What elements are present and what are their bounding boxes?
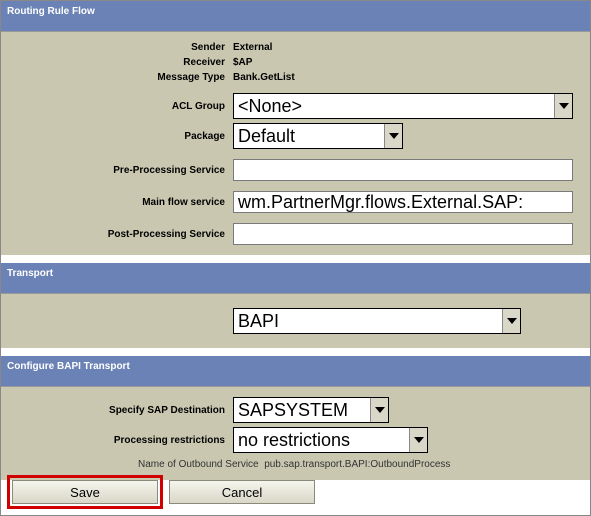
sender-label: Sender bbox=[1, 42, 233, 53]
chevron-down-icon bbox=[502, 309, 520, 333]
outbound-service-note: Name of Outbound Service pub.sap.transpo… bbox=[1, 457, 582, 474]
processing-restrictions-label: Processing restrictions bbox=[1, 435, 233, 446]
message-type-label: Message Type bbox=[1, 72, 233, 83]
sender-value: External bbox=[233, 42, 272, 53]
post-processing-label: Post-Processing Service bbox=[1, 229, 233, 240]
chevron-down-icon bbox=[554, 94, 572, 118]
package-label: Package bbox=[1, 131, 233, 142]
acl-group-value: <None> bbox=[238, 96, 554, 117]
sap-destination-label: Specify SAP Destination bbox=[1, 405, 233, 416]
configure-bapi-header: Configure BAPI Transport bbox=[1, 356, 590, 387]
routing-rule-flow-body: Sender External Receiver $AP Message Typ… bbox=[1, 32, 590, 255]
transport-body: BAPI bbox=[1, 294, 590, 348]
save-button[interactable]: Save bbox=[12, 480, 158, 504]
chevron-down-icon bbox=[409, 428, 427, 452]
transport-header: Transport bbox=[1, 263, 590, 294]
receiver-value: $AP bbox=[233, 57, 252, 68]
receiver-label: Receiver bbox=[1, 57, 233, 68]
processing-restrictions-value: no restrictions bbox=[238, 430, 409, 451]
package-value: Default bbox=[238, 126, 384, 147]
transport-value: BAPI bbox=[238, 311, 502, 332]
routing-rule-flow-header: Routing Rule Flow bbox=[1, 1, 590, 32]
message-type-value: Bank.GetList bbox=[233, 72, 295, 83]
pre-processing-input[interactable] bbox=[233, 159, 573, 181]
transport-select[interactable]: BAPI bbox=[233, 308, 521, 334]
cancel-button[interactable]: Cancel bbox=[169, 480, 315, 504]
sap-destination-value: SAPSYSTEM bbox=[238, 400, 370, 421]
save-highlight-box: Save bbox=[7, 475, 163, 509]
processing-restrictions-select[interactable]: no restrictions bbox=[233, 427, 428, 453]
chevron-down-icon bbox=[384, 124, 402, 148]
main-flow-input[interactable]: wm.PartnerMgr.flows.External.SAP: bbox=[233, 191, 573, 213]
acl-group-select[interactable]: <None> bbox=[233, 93, 573, 119]
acl-group-label: ACL Group bbox=[1, 101, 233, 112]
sap-destination-select[interactable]: SAPSYSTEM bbox=[233, 397, 389, 423]
post-processing-input[interactable] bbox=[233, 223, 573, 245]
pre-processing-label: Pre-Processing Service bbox=[1, 165, 233, 176]
package-select[interactable]: Default bbox=[233, 123, 403, 149]
main-flow-label: Main flow service bbox=[1, 197, 233, 208]
configure-bapi-body: Specify SAP Destination SAPSYSTEM Proces… bbox=[1, 387, 590, 480]
chevron-down-icon bbox=[370, 398, 388, 422]
